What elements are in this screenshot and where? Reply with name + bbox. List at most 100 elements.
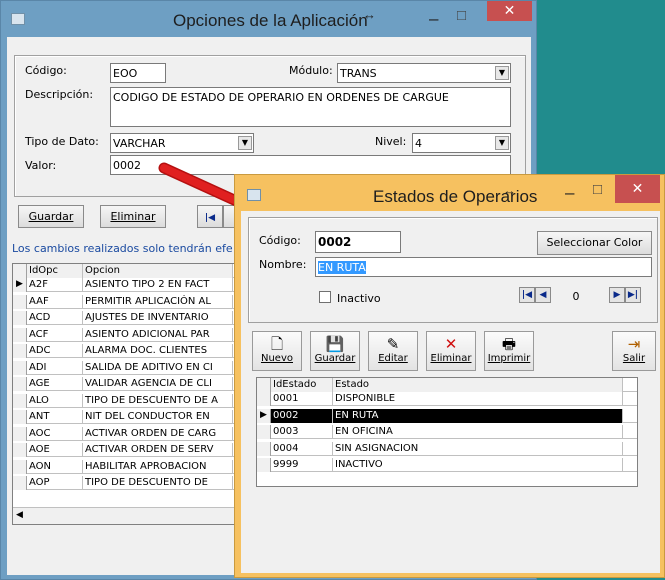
- options-window-title: Opciones de la Aplicación: [173, 11, 368, 30]
- table-row[interactable]: AOE ACTIVAR ORDEN DE SERV: [13, 443, 239, 457]
- row-indicator[interactable]: [13, 311, 27, 325]
- codigo-field[interactable]: EOO: [110, 63, 166, 83]
- table-row[interactable]: ANT NIT DEL CONDUCTOR EN: [13, 410, 239, 424]
- eliminar-button[interactable]: ✕ Eliminar: [426, 331, 476, 371]
- row-indicator[interactable]: [13, 426, 27, 441]
- table-row[interactable]: ACD AJUSTES DE INVENTARIO: [13, 311, 239, 325]
- table-row[interactable]: ADI SALIDA DE ADITIVO EN CI: [13, 360, 239, 375]
- table-cell: ACD: [27, 311, 83, 325]
- table-cell: ALO: [27, 393, 83, 408]
- table-cell: 0004: [271, 441, 333, 456]
- codigo-field[interactable]: 0002: [315, 231, 401, 253]
- scroll-left-icon[interactable]: ◀: [16, 510, 23, 520]
- row-indicator[interactable]: [13, 476, 27, 490]
- estados-dialog: Estados de Operarios ↔ – □ ✕ Código: 000…: [234, 174, 665, 578]
- estados-titlebar[interactable]: Estados de Operarios ↔ – □ ✕: [235, 175, 664, 211]
- table-cell: EN OFICINA: [333, 425, 623, 439]
- options-titlebar[interactable]: Opciones de la Aplicación ↔ – □ ✕: [1, 1, 536, 37]
- inactivo-checkbox[interactable]: [319, 291, 331, 303]
- column-header: Estado: [333, 378, 623, 392]
- table-cell: VALIDAR AGENCIA DE CLI: [83, 377, 233, 391]
- horizontal-scrollbar[interactable]: ◀: [13, 507, 239, 524]
- chevron-down-icon[interactable]: ▼: [495, 66, 509, 80]
- close-icon[interactable]: ✕: [487, 1, 532, 21]
- row-indicator[interactable]: [13, 393, 27, 408]
- table-row[interactable]: AOC ACTIVAR ORDEN DE CARG: [13, 426, 239, 441]
- table-cell: AON: [27, 459, 83, 474]
- estados-toolbar: 🗋 Nuevo 💾 Guardar ✎ Editar ✕ Eliminar 🖶 …: [252, 331, 656, 375]
- table-row[interactable]: AGE VALIDAR AGENCIA DE CLI: [13, 377, 239, 391]
- estados-grid[interactable]: IdEstado Estado 0001 DISPONIBLE ▶ 0002 EN RUTA…: [256, 377, 638, 487]
- row-indicator[interactable]: [13, 344, 27, 358]
- table-row[interactable]: 9999 INACTIVO: [257, 458, 637, 472]
- table-row[interactable]: ▶ 0002 EN RUTA: [257, 408, 637, 423]
- table-cell: DISPONIBLE: [333, 392, 623, 406]
- row-indicator[interactable]: [13, 377, 27, 391]
- imprimir-button-label: Imprimir: [487, 353, 531, 364]
- row-indicator[interactable]: [257, 458, 271, 472]
- printer-icon: 🖶: [501, 335, 517, 353]
- nav-last-button[interactable]: ▶|: [625, 287, 641, 303]
- grid-header-row: IdEstado Estado: [257, 378, 637, 392]
- resize-icon: ↔: [363, 7, 376, 22]
- table-row[interactable]: ADC ALARMA DOC. CLIENTES: [13, 344, 239, 358]
- row-indicator[interactable]: [257, 441, 271, 456]
- floppy-disk-icon: 💾: [325, 335, 345, 353]
- options-grid[interactable]: IdOpc Opcion ▶ A2F ASIENTO TIPO 2 EN FACT AAF…: [12, 263, 240, 525]
- guardar-button[interactable]: 💾 Guardar: [310, 331, 360, 371]
- descripcion-field[interactable]: CODIGO DE ESTADO DE OPERARIO EN ORDENES …: [110, 87, 511, 127]
- row-indicator[interactable]: [13, 410, 27, 424]
- nivel-select[interactable]: 4 ▼: [412, 133, 511, 153]
- nuevo-button[interactable]: 🗋 Nuevo: [252, 331, 302, 371]
- table-row[interactable]: ACF ASIENTO ADICIONAL PAR: [13, 327, 239, 342]
- close-icon[interactable]: ✕: [615, 175, 660, 203]
- modulo-label: Módulo:: [289, 64, 333, 77]
- table-row[interactable]: 0004 SIN ASIGNACION: [257, 441, 637, 456]
- table-cell: AOC: [27, 426, 83, 441]
- imprimir-button[interactable]: 🖶 Imprimir: [484, 331, 534, 371]
- maximize-icon[interactable]: □: [593, 181, 602, 198]
- row-indicator[interactable]: ▶: [257, 408, 271, 423]
- maximize-icon[interactable]: □: [457, 7, 466, 24]
- table-row[interactable]: AOP TIPO DE DESCUENTO DE: [13, 476, 239, 490]
- table-row[interactable]: 0001 DISPONIBLE: [257, 392, 637, 406]
- table-row[interactable]: AAF PERMITIR APLICACIÓN AL: [13, 294, 239, 309]
- table-cell: ALARMA DOC. CLIENTES: [83, 344, 233, 358]
- column-header: IdOpc: [27, 264, 83, 278]
- row-indicator[interactable]: [13, 360, 27, 375]
- delete-x-icon: ✕: [444, 335, 458, 353]
- row-indicator[interactable]: [13, 327, 27, 342]
- nav-first-button[interactable]: |◀: [519, 287, 535, 303]
- modulo-select[interactable]: TRANS ▼: [337, 63, 511, 83]
- row-indicator[interactable]: ▶: [13, 278, 27, 292]
- table-cell: AOE: [27, 443, 83, 457]
- descripcion-label: Descripción:: [25, 88, 94, 101]
- editar-button[interactable]: ✎ Editar: [368, 331, 418, 371]
- row-indicator[interactable]: [13, 294, 27, 309]
- row-indicator[interactable]: [257, 425, 271, 439]
- chevron-down-icon[interactable]: ▼: [495, 136, 509, 150]
- table-cell: 0003: [271, 425, 333, 439]
- seleccionar-color-button[interactable]: Seleccionar Color: [537, 231, 652, 255]
- guardar-button[interactable]: Guardar: [18, 205, 84, 228]
- row-indicator[interactable]: [13, 459, 27, 474]
- grid-corner: [13, 264, 27, 278]
- minimize-icon[interactable]: –: [565, 183, 574, 203]
- row-indicator[interactable]: [257, 392, 271, 406]
- table-row[interactable]: 0003 EN OFICINA: [257, 425, 637, 439]
- minimize-icon[interactable]: –: [429, 9, 438, 29]
- table-cell: ACF: [27, 327, 83, 342]
- salir-button[interactable]: ⇥ Salir: [612, 331, 656, 371]
- modulo-value: TRANS: [340, 67, 377, 80]
- nav-next-button[interactable]: ▶: [609, 287, 625, 303]
- chevron-down-icon[interactable]: ▼: [238, 136, 252, 150]
- table-row[interactable]: AON HABILITAR APROBACION: [13, 459, 239, 474]
- table-cell: A2F: [27, 278, 83, 292]
- nav-counter: 0: [572, 290, 580, 303]
- table-row[interactable]: ALO TIPO DE DESCUENTO DE A: [13, 393, 239, 408]
- nombre-field[interactable]: EN RUTA: [315, 257, 652, 277]
- row-indicator[interactable]: [13, 443, 27, 457]
- table-cell: TIPO DE DESCUENTO DE: [83, 476, 233, 490]
- nav-prev-button[interactable]: ◀: [535, 287, 551, 303]
- table-row[interactable]: ▶ A2F ASIENTO TIPO 2 EN FACT: [13, 278, 239, 292]
